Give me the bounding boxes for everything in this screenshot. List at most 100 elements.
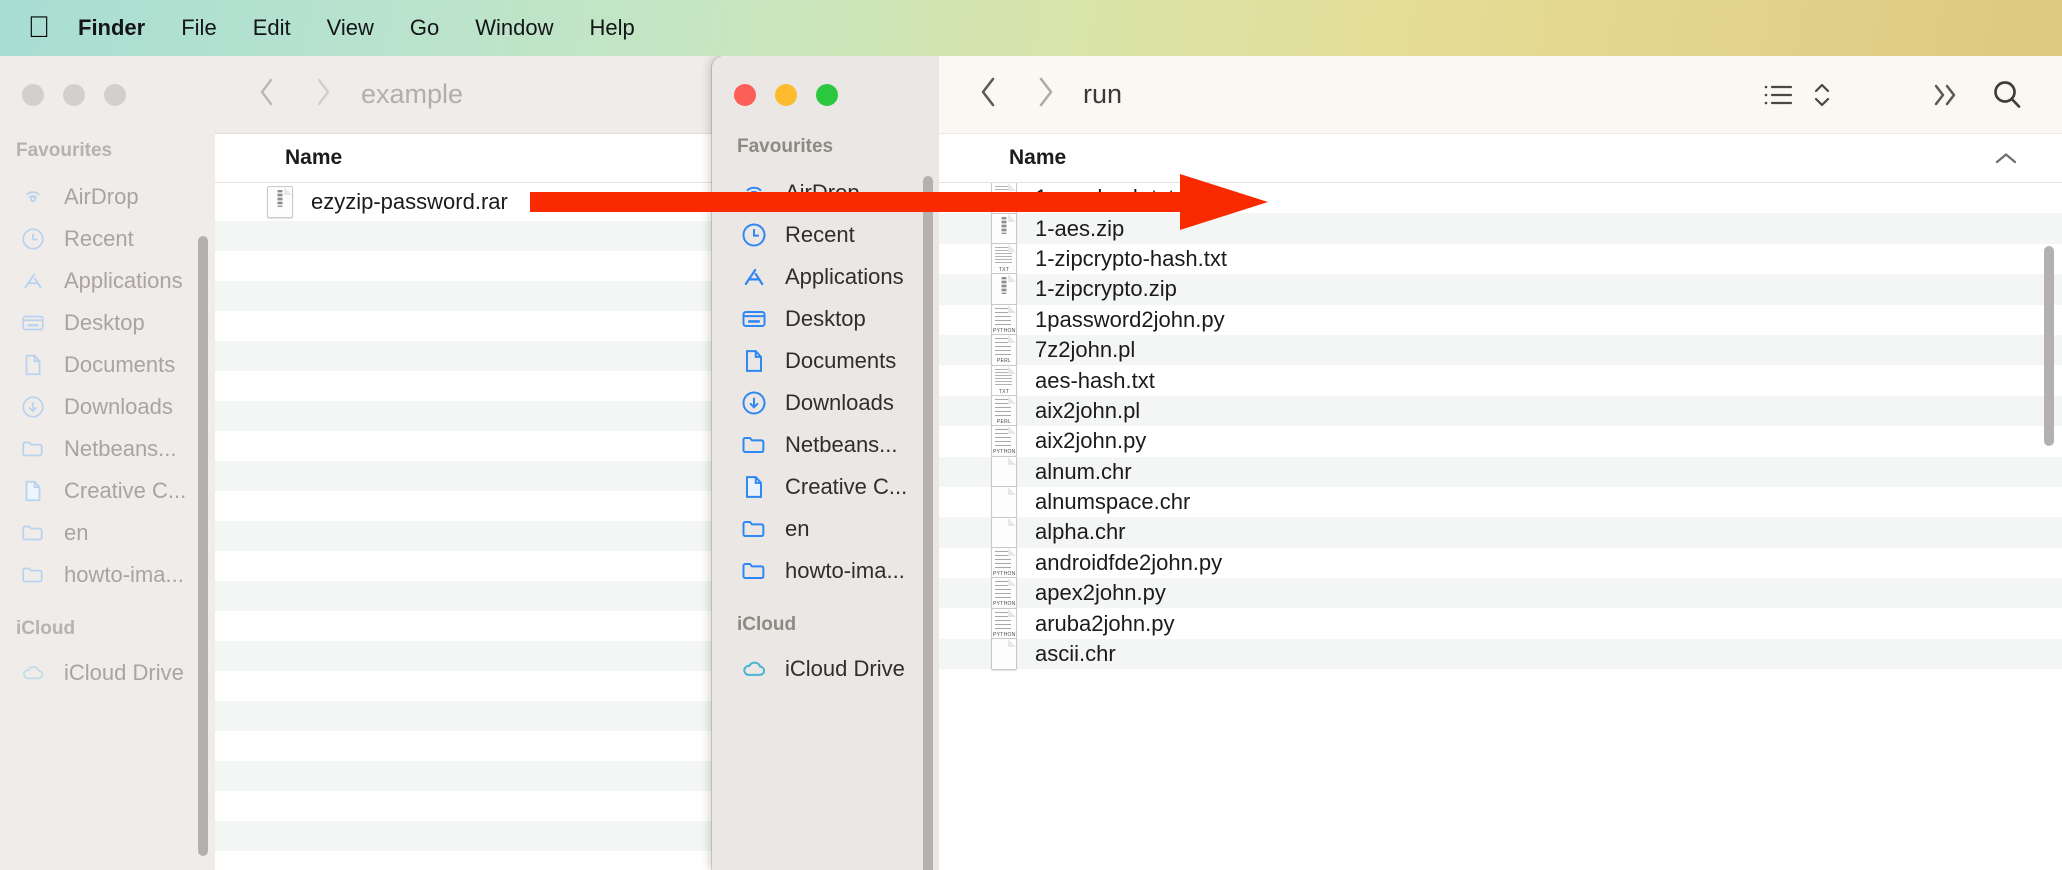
menu-item-go[interactable]: Go <box>392 15 457 41</box>
sidebar-item-label: Creative C... <box>785 474 907 500</box>
list-view-icon[interactable] <box>1756 64 1802 126</box>
toolbar-right-foreground <box>1756 64 2062 126</box>
back-button[interactable] <box>239 75 295 114</box>
table-row[interactable]: alpha.chr <box>939 517 2062 547</box>
file-name: alnumspace.chr <box>1035 489 1190 515</box>
zoom-button[interactable] <box>104 84 126 106</box>
menu-item-help[interactable]: Help <box>572 15 653 41</box>
sidebar-item-label: Recent <box>785 222 855 248</box>
forward-button[interactable] <box>1017 74 1073 115</box>
back-button[interactable] <box>961 74 1017 115</box>
file-name: 1-aes.zip <box>1035 216 1124 242</box>
table-row[interactable]: 1-aes.zip <box>939 213 2062 243</box>
sidebar-item-netbeans[interactable]: Netbeans... <box>737 424 937 466</box>
folder-icon <box>737 512 771 546</box>
forward-button[interactable] <box>295 75 351 114</box>
sidebar-scrollbar-foreground[interactable] <box>923 176 933 870</box>
sidebar-item-label: Downloads <box>64 394 173 420</box>
close-button[interactable] <box>734 84 756 106</box>
sidebar-scrollbar-background[interactable] <box>198 236 208 856</box>
perl-file-icon: PERL <box>991 395 1017 427</box>
zoom-button[interactable] <box>816 84 838 106</box>
sidebar-item-en[interactable]: en <box>737 508 937 550</box>
folder-icon <box>16 516 50 550</box>
plain-file-icon <box>991 486 1017 518</box>
minimize-button[interactable] <box>775 84 797 106</box>
table-row[interactable]: PERL aix2john.pl <box>939 396 2062 426</box>
table-row[interactable]: alnumspace.chr <box>939 487 2062 517</box>
table-row[interactable]: TXT 1-zipcrypto-hash.txt <box>939 244 2062 274</box>
sidebar-item-downloads[interactable]: Downloads <box>737 382 937 424</box>
sidebar-item-documents[interactable]: Documents <box>737 340 937 382</box>
menu-item-finder[interactable]: Finder <box>56 15 163 41</box>
table-row[interactable]: PYTHON androidfde2john.py <box>939 548 2062 578</box>
table-row[interactable]: PYTHON aruba2john.py <box>939 608 2062 638</box>
column-header-foreground[interactable]: Name <box>939 134 2062 183</box>
table-row[interactable]: PYTHON apex2john.py <box>939 578 2062 608</box>
sidebar-item-en[interactable]: en <box>16 512 215 554</box>
sidebar-list-background: Favourites AirDrop Recent <box>16 140 215 694</box>
table-row[interactable]: PERL 7z2john.pl <box>939 335 2062 365</box>
sidebar-item-creative-cloud[interactable]: Creative C... <box>16 470 215 512</box>
sidebar-item-recent[interactable]: Recent <box>737 214 937 256</box>
screenshot-root:  Finder File Edit View Go Window Help F… <box>0 0 2062 870</box>
sidebar-item-label: Applications <box>785 264 904 290</box>
window-title-foreground: run <box>1083 79 1122 110</box>
sidebar-section-icloud: iCloud <box>737 614 937 636</box>
menu-bar:  Finder File Edit View Go Window Help <box>0 0 2062 56</box>
column-header-name: Name <box>285 146 342 170</box>
toolbar-foreground: run <box>939 56 2062 134</box>
file-name: aruba2john.py <box>1035 611 1174 637</box>
file-list-foreground[interactable]: TXT 1-aes-hash.txt 1-aes.zip TXT 1-zipcr… <box>939 183 2062 870</box>
clock-icon <box>16 222 50 256</box>
sidebar-item-label: Desktop <box>785 306 866 332</box>
table-row[interactable]: PYTHON 1password2john.py <box>939 305 2062 335</box>
sidebar-background: Favourites AirDrop Recent <box>0 56 215 870</box>
file-list-scrollbar[interactable] <box>2044 246 2054 446</box>
minimize-button[interactable] <box>63 84 85 106</box>
sidebar-item-airdrop[interactable]: AirDrop <box>16 176 215 218</box>
sidebar-item-icloud-drive[interactable]: iCloud Drive <box>737 648 937 690</box>
txt-file-icon: TXT <box>991 183 1017 214</box>
menu-item-edit[interactable]: Edit <box>235 15 309 41</box>
sidebar-section-icloud: iCloud <box>16 618 215 640</box>
file-name: apex2john.py <box>1035 580 1166 606</box>
sidebar-item-airdrop[interactable]: AirDrop <box>737 172 937 214</box>
sort-chevrons-icon[interactable] <box>1802 64 1842 126</box>
search-icon[interactable] <box>1976 64 2038 126</box>
table-row[interactable]: alnum.chr <box>939 457 2062 487</box>
sidebar-item-documents[interactable]: Documents <box>16 344 215 386</box>
folder-icon <box>16 558 50 592</box>
sidebar-item-howto-images[interactable]: howto-ima... <box>737 550 937 592</box>
menu-item-window[interactable]: Window <box>457 15 571 41</box>
txt-file-icon: TXT <box>991 243 1017 275</box>
sidebar-item-recent[interactable]: Recent <box>16 218 215 260</box>
sidebar-foreground: Favourites AirDrop Recent <box>712 56 939 870</box>
finder-window-foreground[interactable]: Favourites AirDrop Recent <box>712 56 2062 870</box>
download-icon <box>16 390 50 424</box>
table-row[interactable]: TXT 1-aes-hash.txt <box>939 183 2062 213</box>
menu-item-view[interactable]: View <box>309 15 392 41</box>
table-row[interactable]: ascii.chr <box>939 639 2062 669</box>
perl-file-icon: PERL <box>991 334 1017 366</box>
sidebar-item-applications[interactable]: Applications <box>16 260 215 302</box>
sidebar-item-desktop[interactable]: Desktop <box>737 298 937 340</box>
menu-item-file[interactable]: File <box>163 15 234 41</box>
file-name: androidfde2john.py <box>1035 550 1222 576</box>
sidebar-item-downloads[interactable]: Downloads <box>16 386 215 428</box>
apple-logo-icon[interactable]:  <box>22 13 56 43</box>
overflow-chevrons-icon[interactable] <box>1914 64 1976 126</box>
applications-icon <box>16 264 50 298</box>
table-row[interactable]: TXT aes-hash.txt <box>939 365 2062 395</box>
sidebar-item-creative-cloud[interactable]: Creative C... <box>737 466 937 508</box>
sidebar-item-icloud-drive[interactable]: iCloud Drive <box>16 652 215 694</box>
close-button[interactable] <box>22 84 44 106</box>
sidebar-item-applications[interactable]: Applications <box>737 256 937 298</box>
table-row[interactable]: 1-zipcrypto.zip <box>939 274 2062 304</box>
python-file-icon: PYTHON <box>991 425 1017 457</box>
table-row[interactable]: PYTHON aix2john.py <box>939 426 2062 456</box>
sidebar-item-desktop[interactable]: Desktop <box>16 302 215 344</box>
sidebar-item-netbeans[interactable]: Netbeans... <box>16 428 215 470</box>
plain-file-icon <box>991 456 1017 488</box>
sidebar-item-howto-images[interactable]: howto-ima... <box>16 554 215 596</box>
